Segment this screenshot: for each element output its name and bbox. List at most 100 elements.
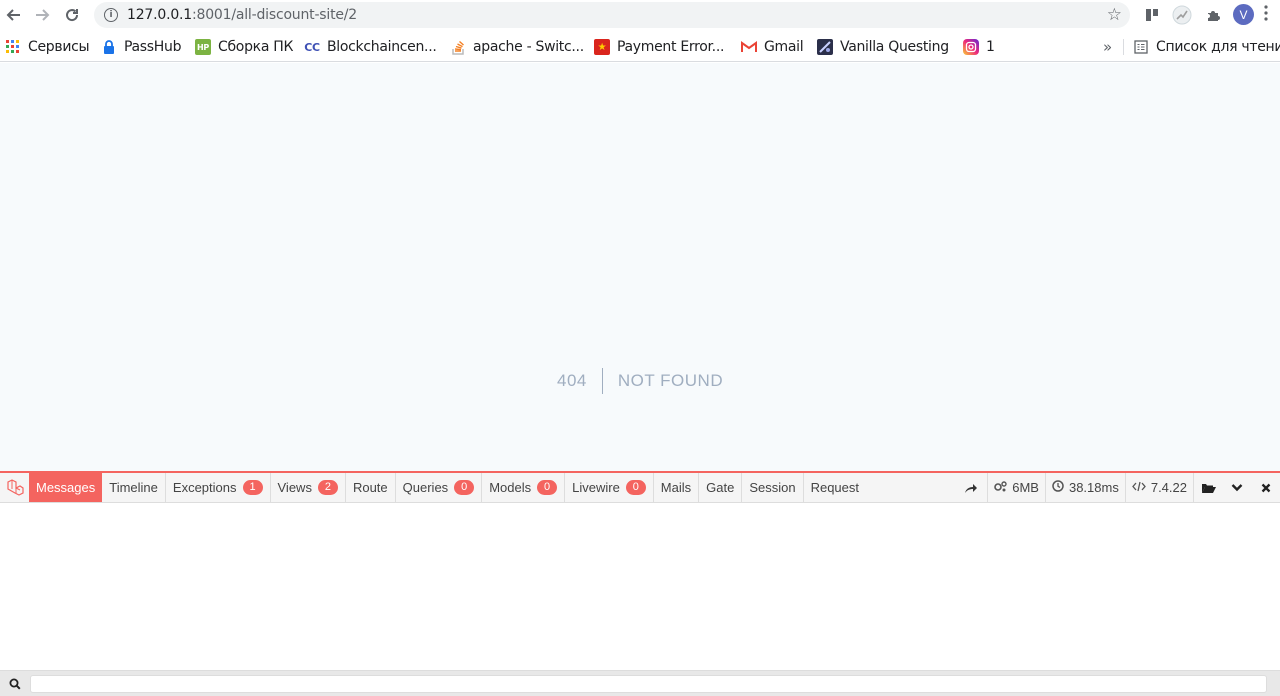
bookmarks-bar: Сервисы PassHub HP Сборка ПК CC Blockcha…	[0, 31, 1280, 62]
tab-label: Route	[352, 480, 388, 495]
debugbar-panel	[0, 503, 1280, 670]
gmail-icon	[741, 39, 757, 55]
bookmark-label: Сервисы	[28, 39, 90, 55]
bookmark-label: Payment Error...	[617, 39, 725, 55]
tab-label: Queries	[402, 480, 449, 495]
tab-label: Request	[810, 480, 859, 495]
tab-label: Messages	[36, 480, 96, 495]
time-value: 38.18ms	[1068, 480, 1119, 495]
bookmark-label: Blockchaincen...	[327, 39, 437, 55]
close-icon[interactable]	[1251, 473, 1280, 502]
tab-label: Exceptions	[172, 480, 237, 495]
kebab-menu-icon[interactable]	[1264, 5, 1274, 21]
reading-list-icon	[1133, 39, 1149, 55]
bookmark-instagram[interactable]: 1	[963, 37, 995, 57]
debugbar-tab-livewire[interactable]: Livewire 0	[565, 473, 654, 502]
browser-toolbar: i 127.0.0.1:8001/all-discount-site/2 ☆ V	[0, 0, 1280, 30]
tab-label: Livewire	[572, 480, 620, 495]
debugbar-tab-models[interactable]: Models 0	[482, 473, 566, 502]
bookmark-label: Vanilla Questing	[840, 39, 949, 55]
php-version-indicator: 7.4.22	[1124, 473, 1193, 502]
debugbar-tab-session[interactable]: Session	[742, 473, 804, 502]
debugbar-tab-request[interactable]: Request	[804, 473, 866, 502]
bookmark-star-icon[interactable]: ☆	[1107, 5, 1122, 25]
lock-icon	[101, 39, 117, 55]
memory-indicator[interactable]: 6MB	[987, 473, 1045, 502]
flag-icon: ★	[594, 39, 610, 55]
hp-icon: HP	[195, 39, 211, 55]
back-arrow-icon[interactable]	[0, 1, 28, 29]
apps-grid-icon	[5, 39, 21, 55]
debugbar-tab-views[interactable]: Views 2	[271, 473, 346, 502]
debugbar-search-input[interactable]	[30, 674, 1267, 693]
count-badge: 0	[625, 480, 646, 495]
extension-icon[interactable]	[1171, 4, 1193, 26]
share-arrow-icon[interactable]	[954, 473, 987, 502]
laravel-logo-icon[interactable]	[0, 473, 29, 502]
debugbar-tab-messages[interactable]: Messages	[29, 473, 103, 502]
tab-label: Mails	[660, 480, 692, 495]
debugbar-tab-mails[interactable]: Mails	[654, 473, 700, 502]
bookmark-gmail[interactable]: Gmail	[741, 37, 804, 57]
php-version-value: 7.4.22	[1150, 480, 1187, 495]
bookmark-passhub[interactable]: PassHub	[101, 37, 181, 57]
tab-label: Gate	[706, 480, 735, 495]
reading-list-button[interactable]: Список для чтения	[1133, 37, 1280, 57]
search-icon	[0, 678, 30, 690]
count-badge: 0	[454, 480, 475, 495]
url-text[interactable]: 127.0.0.1:8001/all-discount-site/2	[127, 7, 357, 23]
blockchain-icon: CC	[304, 40, 320, 54]
debugbar-tab-exceptions[interactable]: Exceptions 1	[166, 473, 271, 502]
chevron-down-icon[interactable]	[1222, 473, 1251, 502]
debugbar: Messages Timeline Exceptions 1 Views 2 Rou…	[0, 471, 1280, 503]
count-badge: 2	[317, 480, 338, 495]
error-code: 404	[557, 368, 603, 394]
folder-open-icon[interactable]	[1193, 473, 1222, 502]
profile-avatar[interactable]: V	[1233, 4, 1254, 25]
bookmark-blockchain[interactable]: CC Blockchaincen...	[304, 37, 437, 57]
cogs-icon	[994, 480, 1007, 495]
tab-label: Views	[277, 480, 312, 495]
debugbar-tab-gate[interactable]: Gate	[699, 473, 743, 502]
game-icon	[817, 39, 833, 55]
time-indicator[interactable]: 38.18ms	[1044, 473, 1125, 502]
url-host: 127.0.0.1	[127, 7, 192, 23]
bookmark-payment-error[interactable]: ★ Payment Error...	[594, 37, 724, 57]
instagram-icon	[963, 39, 979, 55]
debugbar-tab-queries[interactable]: Queries 0	[396, 473, 483, 502]
error-text: NOT FOUND	[617, 371, 724, 390]
reading-list-label: Список для чтения	[1156, 39, 1280, 55]
bookmark-services[interactable]: Сервисы	[5, 37, 90, 57]
bookmark-apache[interactable]: apache - Switc...	[450, 37, 584, 57]
page-content: 404 NOT FOUND	[0, 63, 1280, 471]
reload-icon[interactable]	[58, 1, 86, 29]
bookmark-label: Сборка ПК	[218, 39, 294, 55]
site-info-icon[interactable]: i	[104, 8, 118, 22]
bookmark-pc-build[interactable]: HP Сборка ПК	[195, 37, 293, 57]
tab-label: Timeline	[109, 480, 158, 495]
tab-label: Session	[749, 480, 796, 495]
reading-mode-icon[interactable]	[1141, 4, 1163, 26]
address-bar[interactable]: i 127.0.0.1:8001/all-discount-site/2 ☆	[94, 2, 1130, 28]
count-badge: 1	[242, 480, 263, 495]
clock-icon	[1052, 480, 1064, 495]
debugbar-tab-timeline[interactable]: Timeline	[102, 473, 166, 502]
debugbar-indicators: 6MB 38.18ms 7.4.22	[954, 473, 1280, 502]
puzzle-extensions-icon[interactable]	[1202, 4, 1224, 26]
stackoverflow-icon	[450, 39, 466, 55]
memory-value: 6MB	[1012, 480, 1039, 495]
bookmarks-divider	[1123, 39, 1124, 55]
code-icon	[1131, 481, 1146, 495]
count-badge: 0	[537, 480, 558, 495]
bookmark-label: apache - Switc...	[473, 39, 584, 55]
bookmark-label: 1	[986, 39, 995, 55]
bookmark-label: PassHub	[124, 39, 182, 55]
bookmark-vanilla-questing[interactable]: Vanilla Questing	[817, 37, 949, 57]
debugbar-search-bar	[0, 670, 1280, 696]
forward-arrow-icon[interactable]	[28, 1, 56, 29]
error-message: 404 NOT FOUND	[557, 368, 723, 394]
debugbar-tab-route[interactable]: Route	[346, 473, 396, 502]
bookmarks-overflow-button[interactable]: »	[1103, 37, 1112, 57]
bookmark-label: Gmail	[764, 39, 804, 55]
tab-label: Models	[489, 480, 532, 495]
